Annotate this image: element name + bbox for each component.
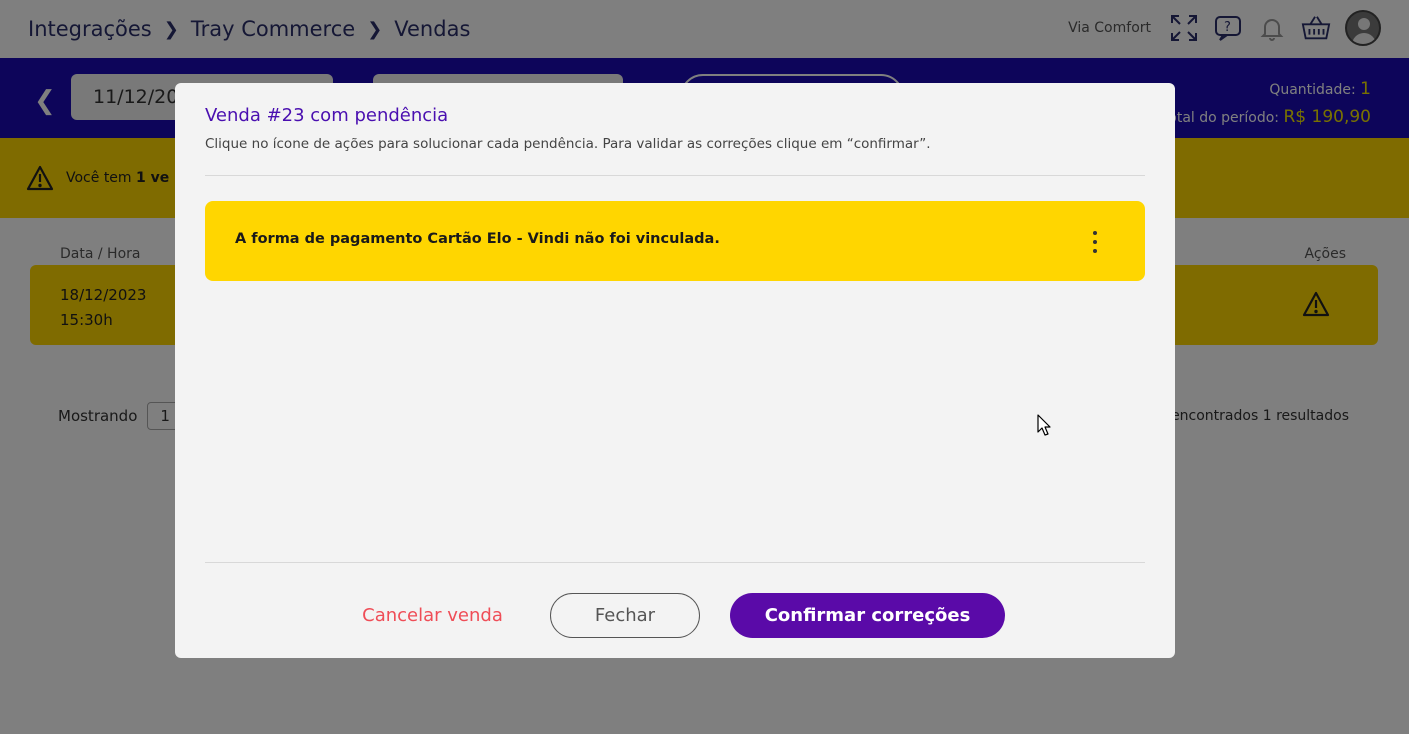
mouse-cursor-icon <box>1037 414 1051 436</box>
issue-card: A forma de pagamento Cartão Elo - Vindi … <box>205 201 1145 281</box>
confirm-corrections-button[interactable]: Confirmar correções <box>730 593 1005 638</box>
cancel-sale-button[interactable]: Cancelar venda <box>340 593 525 637</box>
modal-title: Venda #23 com pendência <box>205 105 449 126</box>
close-button[interactable]: Fechar <box>550 593 700 638</box>
issue-text: A forma de pagamento Cartão Elo - Vindi … <box>235 231 720 247</box>
modal-subtitle: Clique no ícone de ações para solucionar… <box>205 136 931 152</box>
pending-sale-modal: Venda #23 com pendência Clique no ícone … <box>175 83 1175 658</box>
kebab-menu-icon[interactable] <box>1085 231 1105 253</box>
divider <box>205 175 1145 176</box>
divider <box>205 562 1145 563</box>
